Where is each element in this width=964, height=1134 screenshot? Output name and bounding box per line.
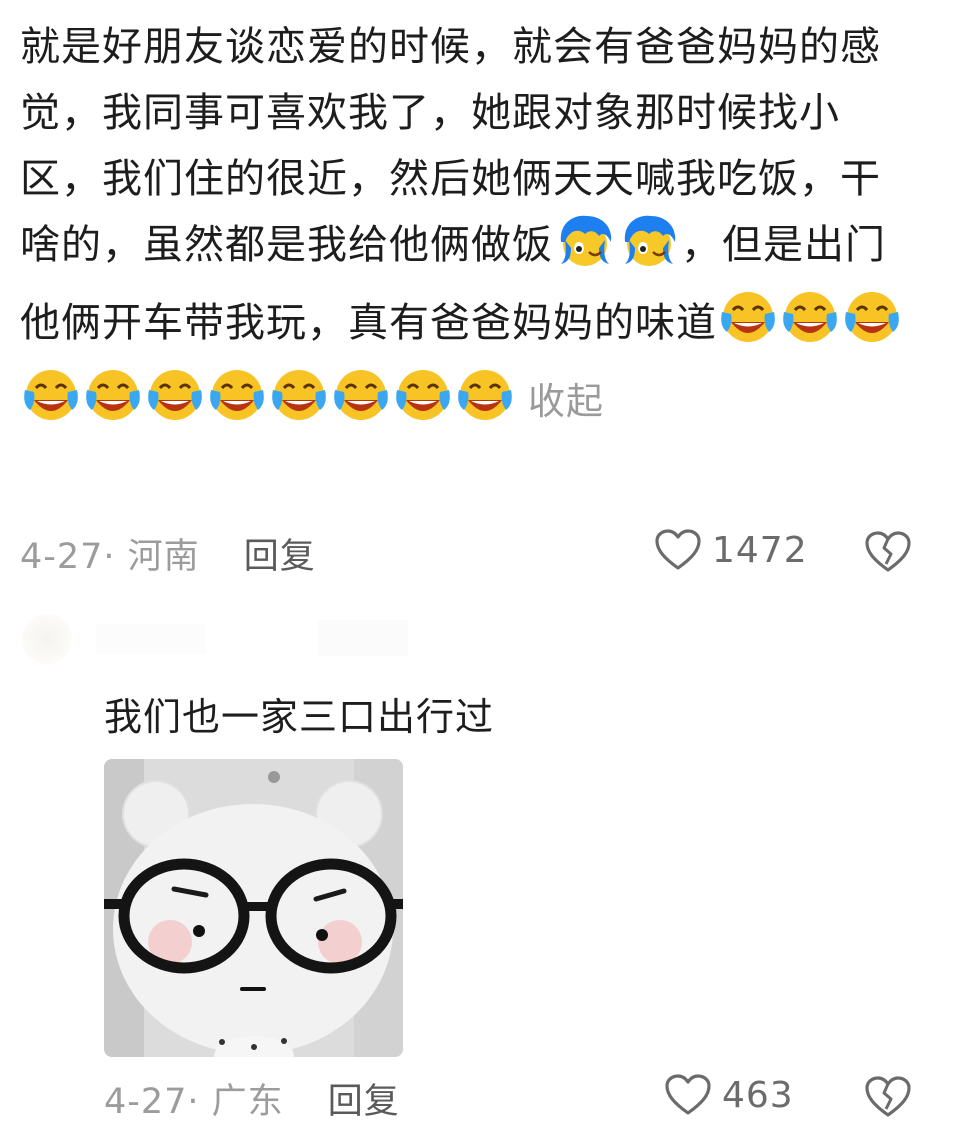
reply-button[interactable]: 回复 <box>244 537 316 577</box>
comment-2-meta: 4-27· 广东 回复 463 <box>104 1073 920 1123</box>
laugh-cry-emoji-icon <box>843 288 901 366</box>
laugh-cry-emoji-icon <box>270 366 328 444</box>
reply-button[interactable]: 回复 <box>328 1082 400 1122</box>
heart-outline-icon <box>665 1074 711 1115</box>
username-faded <box>96 624 206 654</box>
comment-1-meta: 4-27· 河南 回复 1472 <box>20 528 920 578</box>
dislike-button[interactable] <box>864 530 912 578</box>
comment-1: 就是好朋友谈恋爱的时候，就会有爸爸妈妈的感觉，我同事可喜欢我了，她跟对象那时候找… <box>20 14 920 444</box>
badge-faded <box>318 620 408 656</box>
comment-2-text: 我们也一家三口出行过 <box>104 695 495 739</box>
laugh-cry-emoji-icon <box>22 366 80 444</box>
like-button[interactable]: 1472 <box>654 528 808 572</box>
like-button[interactable]: 463 <box>664 1073 794 1117</box>
sticker-image[interactable] <box>104 759 403 1057</box>
like-count: 1472 <box>712 529 808 571</box>
laugh-cry-emoji-icon <box>781 288 839 366</box>
heart-outline-icon <box>655 529 701 570</box>
avatar[interactable] <box>22 614 72 664</box>
laugh-cry-emoji-icon <box>208 366 266 444</box>
blue-hair-emoji-icon <box>555 212 615 288</box>
bear-with-glasses-sticker <box>104 759 403 1057</box>
collapse-button[interactable]: 收起 <box>528 380 604 423</box>
laugh-cry-emoji-icon <box>332 366 390 444</box>
laugh-cry-emoji-icon <box>394 366 452 444</box>
comment-1-body: 就是好朋友谈恋爱的时候，就会有爸爸妈妈的感觉，我同事可喜欢我了，她跟对象那时候找… <box>20 14 920 444</box>
laugh-cry-emoji-icon <box>84 366 142 444</box>
date-location: 4-27· 广东 <box>104 1082 284 1122</box>
laugh-cry-emoji-icon <box>719 288 777 366</box>
dislike-button[interactable] <box>864 1075 912 1123</box>
date-location: 4-27· 河南 <box>20 537 200 577</box>
laugh-cry-emoji-icon <box>146 366 204 444</box>
broken-heart-icon <box>865 1076 911 1117</box>
broken-heart-icon <box>865 531 911 572</box>
like-count: 463 <box>722 1074 794 1116</box>
blue-hair-emoji-icon <box>619 212 679 288</box>
laugh-cry-emoji-icon <box>456 366 514 444</box>
